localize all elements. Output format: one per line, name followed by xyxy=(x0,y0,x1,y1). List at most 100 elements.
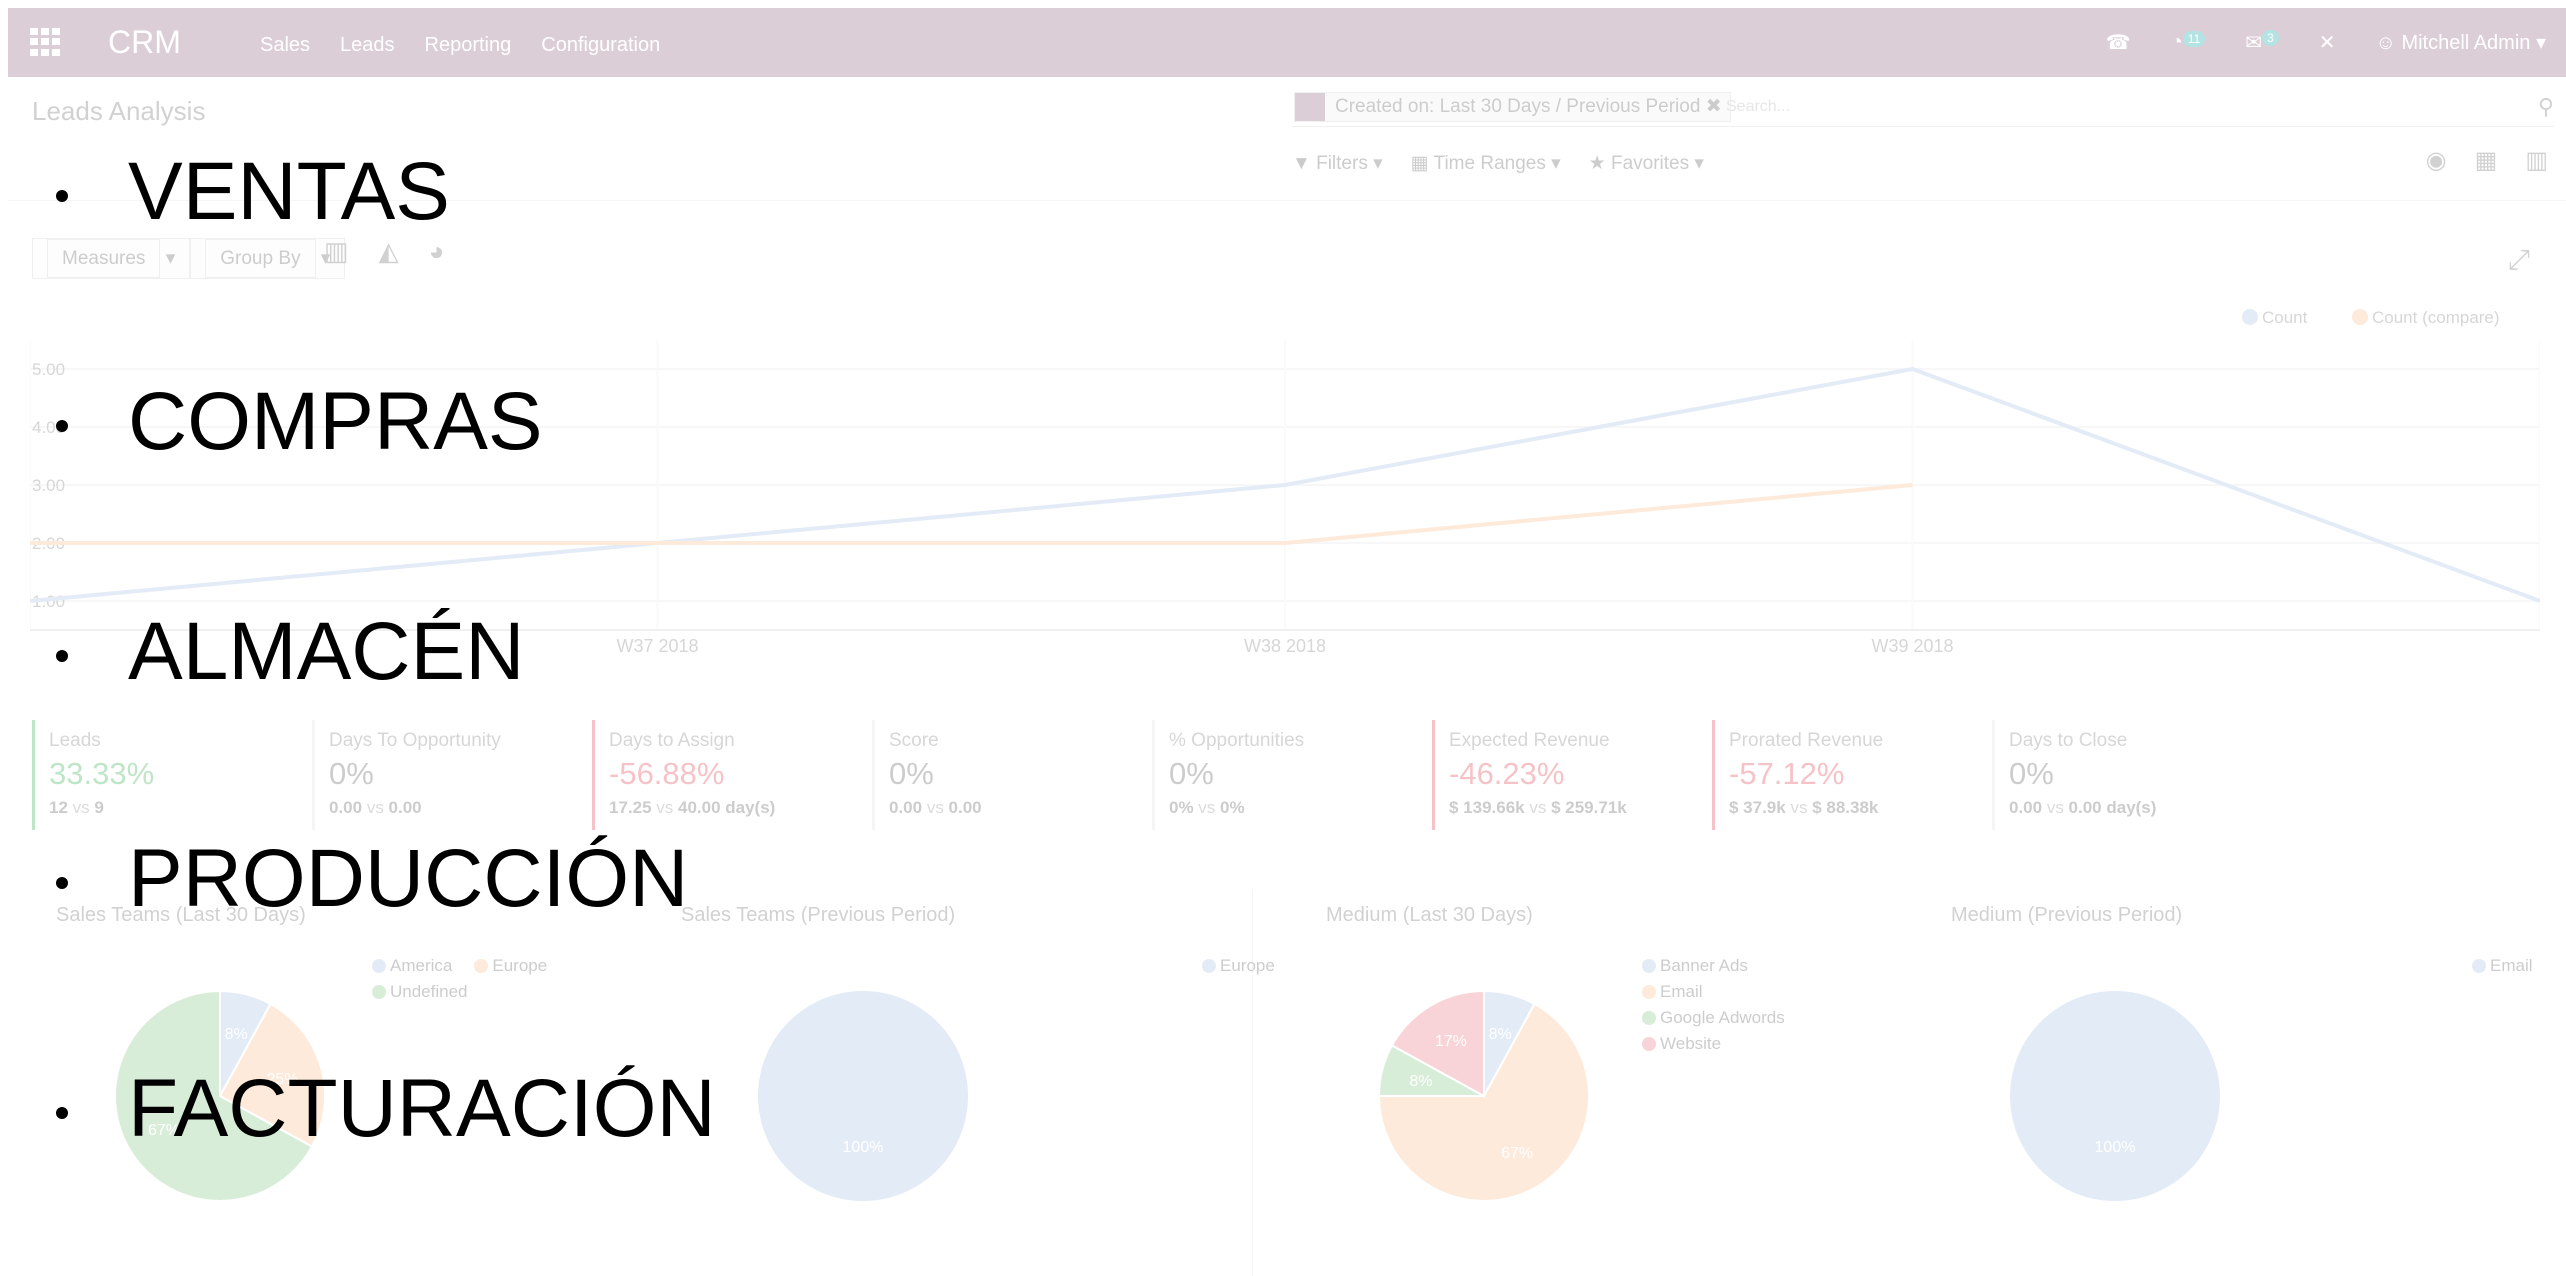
line-chart-icon[interactable]: ◭ xyxy=(379,236,399,267)
pie-panel: Sales Teams (Previous Period) Europe 100% xyxy=(657,890,1277,1276)
pie-legend: Email xyxy=(2472,956,2566,976)
kpi-value: 33.33% xyxy=(49,756,155,791)
kpi-comparison: 17.25 vs 40.00 day(s) xyxy=(609,798,776,817)
chart-type-buttons: ▥ ◭ ◕ xyxy=(324,236,444,267)
kpi-card[interactable]: % Opportunities 0% 0% vs 0% xyxy=(1152,720,1432,830)
pie-slice-label: 67% xyxy=(1501,1145,1533,1162)
activity-badge: 11 xyxy=(2182,31,2206,47)
kpi-card[interactable]: Days to Assign -56.88% 17.25 vs 40.00 day(… xyxy=(592,720,872,830)
bullet-item: ALMACÉN xyxy=(56,605,524,699)
top-navbar: CRM Sales Leads Reporting Configuration … xyxy=(8,8,2566,77)
kpi-card[interactable]: Score 0% 0.00 vs 0.00 xyxy=(872,720,1152,830)
user-name: Mitchell Admin xyxy=(2401,32,2531,54)
phone-icon[interactable]: ☎ xyxy=(2106,30,2131,55)
close-icon[interactable]: ✕ xyxy=(2319,30,2336,55)
pie-slice xyxy=(758,991,968,1201)
bullet-text: PRODUCCIÓN xyxy=(128,833,689,924)
graph-view-icon[interactable]: ▥ xyxy=(2525,146,2548,175)
y-tick-label: 3.00 xyxy=(32,476,65,495)
kpi-card[interactable]: Leads 33.33% 12 vs 9 xyxy=(32,720,312,830)
main-menu: Sales Leads Reporting Configuration xyxy=(260,34,660,57)
legend-item[interactable]: Email xyxy=(2472,956,2533,976)
legend-item[interactable]: Europe xyxy=(474,956,547,976)
pie-legend: Banner Ads Email Google Adwords Website xyxy=(1642,956,1882,1054)
search-input[interactable]: Search... xyxy=(1726,98,1790,116)
pie-title: Medium (Previous Period) xyxy=(1951,904,2183,926)
legend-label: Count (compare) xyxy=(2372,308,2500,327)
kpi-card[interactable]: Expected Revenue -46.23% $ 139.66k vs $ 25… xyxy=(1432,720,1712,830)
legend-swatch xyxy=(2352,309,2368,325)
legend-item[interactable]: Email xyxy=(1642,982,1882,1002)
time-ranges-dropdown[interactable]: ▦ Time Ranges ▾ xyxy=(1411,152,1561,175)
facet-label: Created on: Last 30 Days / Previous Peri… xyxy=(1335,96,1701,117)
kpi-comparison: 0.00 vs 0.00 xyxy=(889,798,982,817)
kpi-comparison: $ 37.9k vs $ 88.38k xyxy=(1729,798,1879,817)
kpi-comparison: 0.00 vs 0.00 xyxy=(329,798,422,817)
pie-slice-label: 17% xyxy=(1435,1033,1467,1050)
menu-leads[interactable]: Leads xyxy=(340,34,395,57)
x-tick-label: W37 2018 xyxy=(616,636,698,656)
favorites-dropdown[interactable]: ★ Favorites ▾ xyxy=(1589,152,1704,175)
kpi-value: 0% xyxy=(329,756,374,791)
pie-chart: 8% 67% 8% 17% xyxy=(1377,989,1590,1202)
pie-title: Sales Teams (Previous Period) xyxy=(681,904,956,926)
search-facet[interactable]: Created on: Last 30 Days / Previous Peri… xyxy=(1294,92,1731,122)
menu-configuration[interactable]: Configuration xyxy=(541,34,660,57)
bullet-dot xyxy=(56,1107,68,1119)
search-icon[interactable]: ⚲ xyxy=(2538,94,2554,120)
messages-icon[interactable]: ✉ 3 xyxy=(2245,30,2279,55)
kpi-comparison: 0.00 vs 0.00 day(s) xyxy=(2009,798,2157,817)
bar-chart-icon[interactable]: ▥ xyxy=(324,236,349,267)
pie-panel: Medium (Last 30 Days) Banner Ads Email Goog… xyxy=(1302,890,1922,1276)
group-by-button[interactable]: Group By ▾ xyxy=(190,238,346,279)
kpi-comparison: 12 vs 9 xyxy=(49,798,104,817)
activity-icon[interactable]: ◔ 11 xyxy=(2171,31,2206,54)
menu-reporting[interactable]: Reporting xyxy=(425,34,512,57)
kpi-name: Prorated Revenue xyxy=(1729,730,1884,751)
kpi-value: -56.88% xyxy=(609,756,725,791)
measures-button[interactable]: Measures ▾ xyxy=(32,238,191,279)
bullet-text: COMPRAS xyxy=(128,376,543,467)
expand-icon[interactable]: ⤢ xyxy=(2508,244,2530,277)
kpi-card[interactable]: Prorated Revenue -57.12% $ 37.9k vs $ 88.3… xyxy=(1712,720,1992,830)
apps-menu-icon[interactable] xyxy=(30,28,60,56)
kpi-row: Leads 33.33% 12 vs 9 Days To Opportunity 0% 0… xyxy=(32,720,2272,830)
search-box[interactable]: Created on: Last 30 Days / Previous Peri… xyxy=(1292,88,2554,127)
legend-item[interactable]: Google Adwords xyxy=(1642,1008,1882,1028)
bullet-dot xyxy=(56,190,68,202)
pie-slice xyxy=(2010,991,2220,1201)
menu-sales[interactable]: Sales xyxy=(260,34,310,57)
user-menu[interactable]: ☺ Mitchell Admin ▾ xyxy=(2375,30,2546,55)
x-tick-label: W39 2018 xyxy=(1871,636,1953,656)
app-brand: CRM xyxy=(108,24,181,60)
bullet-item: COMPRAS xyxy=(56,375,543,469)
bullet-dot xyxy=(56,420,68,432)
legend-item[interactable]: Website xyxy=(1642,1034,1882,1054)
pie-chart-icon[interactable]: ◕ xyxy=(429,236,445,267)
legend-item[interactable]: Undefined xyxy=(372,982,468,1002)
pie-chart: 100% xyxy=(2010,991,2220,1201)
pie-panel: Medium (Previous Period) Email 100% xyxy=(1927,890,2547,1276)
kpi-comparison: $ 139.66k vs $ 259.71k xyxy=(1449,798,1627,817)
kpi-card[interactable]: Days To Opportunity 0% 0.00 vs 0.00 xyxy=(312,720,592,830)
kpi-comparison: 0% vs 0% xyxy=(1169,798,1245,817)
legend-item[interactable]: America xyxy=(372,956,452,976)
kpi-name: Expected Revenue xyxy=(1449,730,1610,751)
kpi-card[interactable]: Days to Close 0% 0.00 vs 0.00 day(s) xyxy=(1992,720,2272,830)
legend-item[interactable]: Europe xyxy=(1202,956,1275,976)
bullet-item: VENTAS xyxy=(56,145,450,239)
legend-item[interactable]: Banner Ads xyxy=(1642,956,1882,976)
systray: ☎ ◔ 11 ✉ 3 ✕ ☺ Mitchell Admin ▾ xyxy=(2106,30,2546,55)
messages-badge: 3 xyxy=(2262,30,2279,46)
legend-swatch xyxy=(2242,309,2258,325)
bullet-item: PRODUCCIÓN xyxy=(56,832,689,926)
pie-title: Medium (Last 30 Days) xyxy=(1326,904,1533,926)
dashboard-view-icon[interactable]: ◉ xyxy=(2426,146,2447,175)
pie-slice-label: 8% xyxy=(1489,1026,1512,1043)
pivot-view-icon[interactable]: ▦ xyxy=(2475,146,2498,175)
view-switcher: ◉ ▦ ▥ xyxy=(2426,146,2548,175)
filter-facet-icon xyxy=(1295,93,1325,121)
kpi-name: Days to Assign xyxy=(609,730,735,751)
legend-label: Count xyxy=(2262,308,2308,327)
filters-dropdown[interactable]: ▼ Filters ▾ xyxy=(1292,152,1383,175)
